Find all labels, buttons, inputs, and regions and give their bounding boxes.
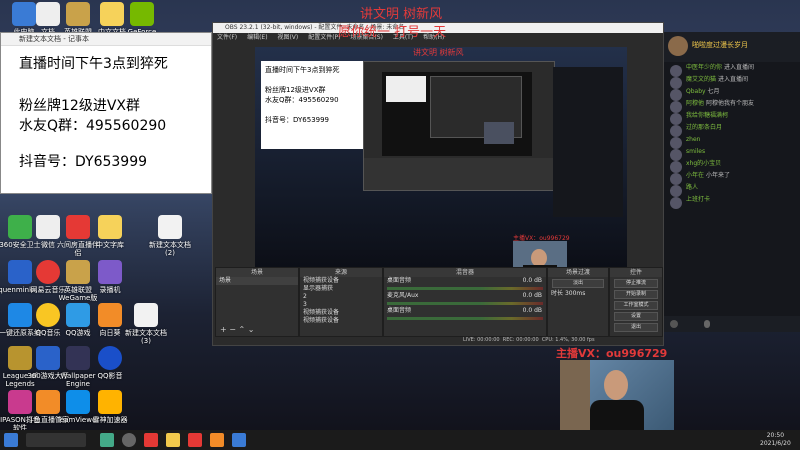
desktop-icon-leishen[interactable]: 雷神加速器 [88, 390, 132, 424]
notepad-window[interactable]: 新建文本文档 - 记事本 直播时间下午3点到猝死 粉丝牌12级进VX群 水友Q群… [0, 32, 212, 194]
source-item[interactable]: 视频捕获设备 [300, 317, 382, 325]
chat-message: Qbaby 七月 [664, 86, 800, 101]
desktop-icon-geforce[interactable]: GeForce [120, 2, 164, 36]
chat-message: 魔艾文的猫 进入直播间 [664, 74, 800, 89]
avatar [668, 36, 688, 56]
notepad-line-4: 抖音号：DY653999 [19, 154, 148, 170]
transition-select[interactable]: 淡出 [552, 279, 604, 288]
notepad-line-3: 水友Q群：495560290 [19, 118, 167, 134]
mixer-meter[interactable] [387, 287, 543, 290]
obs-taskbar-icon[interactable] [122, 433, 136, 447]
mixer-meter[interactable] [387, 302, 543, 305]
menu-view[interactable]: 视图(V) [277, 34, 298, 41]
chat-message: zhen [664, 134, 800, 149]
mixer-channel-desktop-2: 桌面音频 0.0 dB [387, 307, 542, 314]
source-item[interactable]: 显示器捕获 [300, 285, 382, 293]
exit-button[interactable]: 退出 [614, 323, 658, 332]
chat-input-bar[interactable] [664, 316, 800, 332]
preview-chat [553, 67, 623, 217]
chat-message: 中医年少的你 进入直播间 [664, 62, 800, 77]
taskbar-app-icon[interactable] [144, 433, 158, 447]
dock-transitions: 场景过渡 淡出 时长 300ms [547, 267, 609, 337]
overlay-line-2: 愿你统一 打号一天 [338, 25, 447, 40]
overlay-line-1: 讲文明 树新风 [360, 7, 443, 22]
webcam-feed [560, 360, 674, 430]
stop-stream-button[interactable]: 停止推流 [614, 279, 658, 288]
mixer-channel-mic: 麦克风/Aux 0.0 dB [387, 292, 542, 299]
taskbar-search[interactable] [26, 433, 86, 447]
emoji-icon[interactable] [670, 320, 678, 328]
desktop-icon-recorder[interactable]: 录播机 [88, 260, 132, 294]
start-icon[interactable] [4, 433, 18, 447]
desktop-icon-new-txt2[interactable]: 新建文本文档(2) [148, 215, 192, 257]
desktop-icon-qq-player[interactable]: QQ影音 [88, 346, 132, 380]
live-chat-panel[interactable]: 啪啦度过漫长岁月 中医年少的你 进入直播间 魔艾文的猫 进入直播间 Qbaby … [664, 32, 800, 332]
taskbar-app-icon[interactable] [100, 433, 114, 447]
chat-message: 上班打卡 [664, 194, 800, 209]
taskbar: 20:50 2021/6/20 [0, 430, 800, 450]
streamer-body [590, 400, 644, 430]
taskbar-app-icon[interactable] [188, 433, 202, 447]
dock-sources: 来源 视频捕获设备 显示器捕获 2 3 视频捕获设备 视频捕获设备 [299, 267, 383, 337]
start-record-button[interactable]: 开始录制 [614, 290, 658, 299]
taskbar-clock[interactable]: 20:50 2021/6/20 [760, 432, 791, 448]
source-item[interactable]: 视频捕获设备 [300, 309, 382, 317]
mic-icon[interactable] [704, 320, 710, 328]
chat-message: 小年在 小年来了 [664, 170, 800, 185]
taskbar-app-icon[interactable] [166, 433, 180, 447]
preview-obs-nested [363, 61, 555, 191]
notepad-title: 新建文本文档 - 记事本 [1, 33, 211, 46]
chat-message: 过的那条白月 [664, 122, 800, 137]
dock-scenes: 场景 场景 + − ⌃ ⌄ [215, 267, 299, 337]
camera-caption: 主播VX：ou996729 [556, 347, 668, 360]
mixer-channel-desktop: 桌面音频 0.0 dB [387, 277, 542, 284]
notepad-line-1: 直播时间下午3点到猝死 [19, 56, 168, 72]
dock-mixer: 混音器 桌面音频 0.0 dB 麦克风/Aux 0.0 dB 桌面音频 0.0 dB [383, 267, 547, 337]
taskbar-app-icon[interactable] [210, 433, 224, 447]
chat-message: xhg的小宝贝 [664, 158, 800, 173]
menu-file[interactable]: 文件(F) [217, 34, 237, 41]
source-item[interactable]: 2 [300, 293, 382, 301]
dock-controls: 控件 停止推流 开始录制 工作室模式 设置 退出 [609, 267, 663, 337]
settings-button[interactable]: 设置 [614, 312, 658, 321]
desktop-icon-cn-font[interactable]: 中文字库 [88, 215, 132, 249]
desktop-icon-new-txt3[interactable]: 新建文本文档(3) [124, 303, 168, 345]
obs-preview[interactable]: 直播时间下午3点到猝死 粉丝牌12级进VX群 水友Q群：495560290 抖音… [255, 47, 627, 279]
studio-mode-button[interactable]: 工作室模式 [614, 301, 658, 310]
obs-window[interactable]: OBS 23.2.1 (32-bit, windows) - 配置文件: 未命名… [212, 22, 664, 346]
preview-camera-caption: 主播VX：ou996729 [513, 235, 570, 242]
menu-profile[interactable]: 配置文件(P) [308, 34, 340, 41]
notepad-line-2: 粉丝牌12级进VX群 [19, 98, 140, 114]
streamer-face [604, 370, 628, 400]
transition-duration[interactable]: 时长 300ms [548, 290, 608, 298]
obs-status: LIVE: 00:00:00 REC: 00:00:00 CPU: 1.4%, … [463, 337, 595, 343]
chat-messages: 中医年少的你 进入直播间 魔艾文的猫 进入直播间 Qbaby 七月 阿穆他 阿穆… [664, 62, 800, 209]
chat-header: 啪啦度过漫长岁月 [664, 32, 800, 62]
source-item[interactable]: 视频捕获设备 [300, 277, 382, 285]
menu-edit[interactable]: 编辑(E) [247, 34, 267, 41]
chat-message: smiles [664, 146, 800, 161]
mixer-meter[interactable] [387, 317, 543, 320]
preview-notepad: 直播时间下午3点到猝死 粉丝牌12级进VX群 水友Q群：495560290 抖音… [261, 61, 365, 149]
source-item[interactable]: 3 [300, 301, 382, 309]
chat-message: 路人 [664, 182, 800, 197]
preview-overlay-line-1: 讲文明 树新风 [413, 48, 464, 57]
chat-message: 我给你糖福满柯 [664, 110, 800, 125]
scene-controls[interactable]: + − ⌃ ⌄ [220, 325, 254, 334]
taskbar-app-icon[interactable] [232, 433, 246, 447]
chat-message: 阿穆他 阿穆他我有个朋友 [664, 98, 800, 113]
scene-item[interactable]: 场景 [216, 277, 298, 285]
chat-header-name: 啪啦度过漫长岁月 [692, 41, 748, 49]
